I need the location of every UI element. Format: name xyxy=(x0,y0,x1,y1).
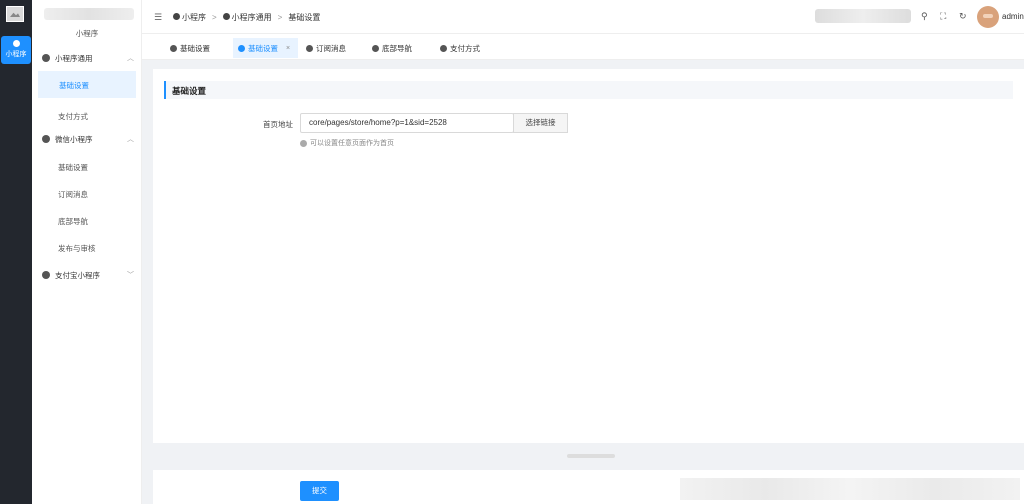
chevron-down-icon: ﹀ xyxy=(127,272,134,279)
sidebar-item-bottom-nav[interactable]: 底部导航 xyxy=(58,216,88,227)
sidebar-item-subscribe[interactable]: 订阅消息 xyxy=(58,189,88,200)
tab-label: 基础设置 xyxy=(180,43,210,53)
sidebar-item-basic-settings[interactable]: 基础设置 xyxy=(38,71,136,98)
avatar[interactable] xyxy=(977,6,999,28)
app-rail: 小程序 xyxy=(0,0,32,504)
breadcrumb-label: 小程序通用 xyxy=(231,13,272,22)
sidebar-group-wechat[interactable]: 微信小程序 ︿ xyxy=(42,132,138,146)
alipay-icon xyxy=(42,271,50,279)
top-header: ☰ 小程序 > 小程序通用 > 基础设置 ⚲ ⛶ ↻ admin xyxy=(142,0,1024,34)
mini-program-icon xyxy=(306,44,313,52)
chevron-up-icon: ︿ xyxy=(127,136,134,143)
sidebar-item-label: 基础设置 xyxy=(59,81,89,90)
mini-program-icon xyxy=(440,44,447,52)
search-icon[interactable]: ⚲ xyxy=(921,11,928,22)
copyright-placeholder xyxy=(567,454,615,458)
tab-label: 支付方式 xyxy=(450,43,480,53)
sidebar-group-general[interactable]: 小程序通用 ︿ xyxy=(42,51,138,65)
homepage-url-input[interactable]: core/pages/store/home?p=1&sid=2528 xyxy=(300,113,514,133)
logo-image-icon xyxy=(6,6,24,22)
mini-program-icon xyxy=(170,44,177,52)
breadcrumb-item[interactable]: 小程序通用 xyxy=(222,12,272,23)
breadcrumb-separator-icon: > xyxy=(277,13,283,22)
info-icon xyxy=(300,139,307,147)
fullscreen-icon[interactable]: ⛶ xyxy=(940,11,946,22)
sidebar-item-payment[interactable]: 支付方式 xyxy=(58,111,88,122)
breadcrumb-label: 小程序 xyxy=(182,13,206,22)
homepage-label: 首页地址 xyxy=(263,120,293,129)
tab-bottom-nav[interactable]: 底部导航 xyxy=(367,38,417,58)
footer-placeholder xyxy=(680,478,1020,500)
tab-basic-settings-active[interactable]: 基础设置 × xyxy=(233,38,298,58)
mini-program-icon xyxy=(42,54,50,62)
username[interactable]: admin xyxy=(1002,12,1024,21)
mini-program-icon xyxy=(372,44,379,52)
rail-item-label: 小程序 xyxy=(5,51,27,58)
mini-program-icon xyxy=(222,13,230,20)
mini-program-icon xyxy=(173,13,180,20)
rail-item-mini-program[interactable]: 小程序 xyxy=(1,36,31,64)
sidebar-group-label: 小程序通用 xyxy=(55,53,93,63)
tab-label: 基础设置 xyxy=(248,43,278,53)
select-link-button[interactable]: 选择链接 xyxy=(513,113,568,133)
sidebar-group-label: 支付宝小程序 xyxy=(55,270,100,280)
submit-button[interactable]: 提交 xyxy=(300,481,339,501)
sidebar-item-wechat-basic[interactable]: 基础设置 xyxy=(58,162,88,173)
sidebar-app-name: 小程序 xyxy=(75,29,99,38)
breadcrumb-separator-icon: > xyxy=(212,13,217,22)
breadcrumb-item[interactable]: 小程序 xyxy=(173,12,206,23)
breadcrumb-current: 基础设置 xyxy=(288,13,321,22)
settings-card: 基础设置 首页地址 core/pages/store/home?p=1&sid=… xyxy=(153,69,1024,443)
store-name-placeholder xyxy=(44,8,134,20)
tab-label: 订阅消息 xyxy=(316,43,346,53)
section-title-text: 基础设置 xyxy=(172,86,207,96)
mini-program-icon xyxy=(12,40,20,47)
tab-label: 底部导航 xyxy=(382,43,412,53)
chevron-up-icon: ︿ xyxy=(127,55,134,62)
refresh-icon[interactable]: ↻ xyxy=(959,11,967,22)
wechat-icon xyxy=(42,135,50,143)
section-title: 基础设置 xyxy=(164,81,1013,99)
sidebar-group-alipay[interactable]: 支付宝小程序 ﹀ xyxy=(42,268,138,282)
tab-basic-settings[interactable]: 基础设置 xyxy=(165,38,215,58)
page-tabs: 基础设置 基础设置 × 订阅消息 底部导航 支付方式 xyxy=(142,34,1024,60)
sidebar-group-label: 微信小程序 xyxy=(55,134,93,144)
store-selector[interactable] xyxy=(815,9,911,23)
sidebar-item-publish[interactable]: 发布与审核 xyxy=(58,243,96,254)
breadcrumb: 小程序 > 小程序通用 > 基础设置 xyxy=(173,12,320,23)
mini-program-icon xyxy=(238,44,245,52)
homepage-hint: 可以设置任意页面作为首页 xyxy=(300,138,394,148)
close-icon[interactable]: × xyxy=(286,45,290,52)
tab-payment[interactable]: 支付方式 xyxy=(435,38,485,58)
tab-subscribe[interactable]: 订阅消息 xyxy=(301,38,351,58)
menu-fold-icon[interactable]: ☰ xyxy=(154,12,162,23)
hint-text: 可以设置任意页面作为首页 xyxy=(310,140,394,147)
form-footer: 提交 xyxy=(153,470,1024,504)
